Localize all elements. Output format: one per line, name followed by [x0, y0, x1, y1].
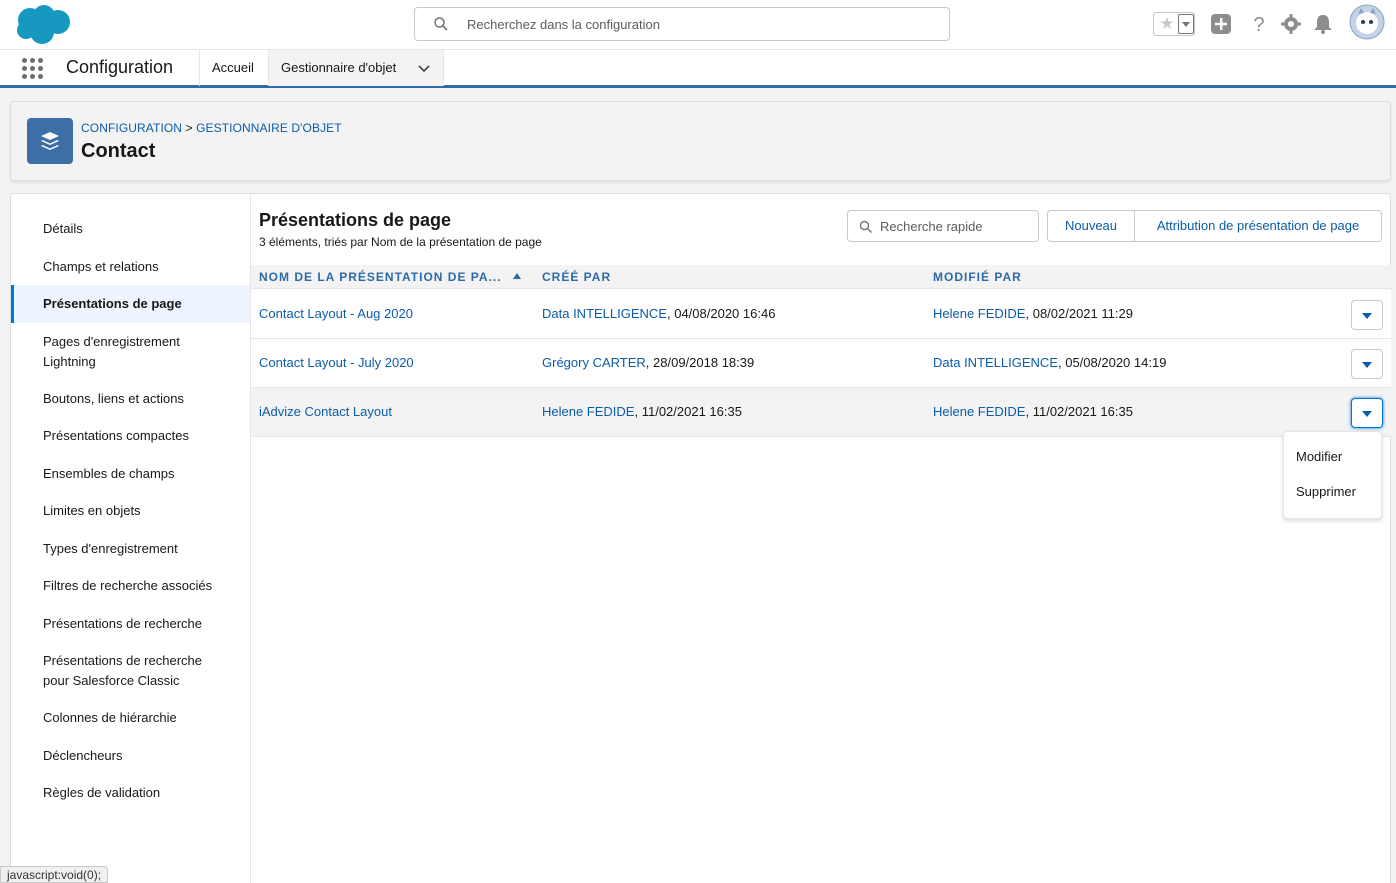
- created-by-user-link[interactable]: Grégory CARTER: [542, 355, 646, 370]
- created-date: , 04/08/2020 16:46: [667, 306, 776, 321]
- page-layout-assignment-button[interactable]: Attribution de présentation de page: [1134, 210, 1382, 242]
- modified-date: , 11/02/2021 16:35: [1025, 404, 1133, 419]
- section-title: Présentations de page: [259, 210, 452, 230]
- user-avatar[interactable]: [1349, 4, 1385, 40]
- sidebar-item-related-lookup-filters[interactable]: Filtres de recherche associés: [11, 576, 250, 596]
- caret-down-icon: [1362, 313, 1372, 319]
- created-by-cell: Helene FEDIDE, 11/02/2021 16:35: [542, 404, 742, 419]
- gear-icon[interactable]: [1280, 13, 1302, 35]
- created-by-cell: Grégory CARTER, 28/09/2018 18:39: [542, 355, 754, 370]
- row-actions-button[interactable]: [1351, 300, 1383, 330]
- favorites-button-group[interactable]: ★: [1153, 12, 1195, 36]
- sidebar-item-triggers[interactable]: Déclencheurs: [11, 746, 250, 766]
- menu-item-delete[interactable]: Supprimer: [1296, 484, 1356, 499]
- quick-find-input[interactable]: Recherche rapide: [847, 210, 1039, 242]
- table-row: Contact Layout - July 2020 Grégory CARTE…: [251, 339, 1391, 388]
- modified-by-user-link[interactable]: Helene FEDIDE: [933, 404, 1025, 419]
- tab-object-manager[interactable]: Gestionnaire d'objet: [268, 50, 444, 86]
- column-header-created-by[interactable]: CRÉÉ PAR: [542, 270, 611, 284]
- column-header-name[interactable]: NOM DE LA PRÉSENTATION DE PA...: [259, 270, 502, 284]
- created-by-user-link[interactable]: Helene FEDIDE: [542, 404, 634, 419]
- search-icon: [434, 17, 448, 31]
- created-date: , 28/09/2018 18:39: [645, 355, 755, 370]
- sidebar-item-search-layouts-classic[interactable]: Présentations de recherche pour Salesfor…: [11, 651, 221, 691]
- tab-home[interactable]: Accueil: [199, 50, 266, 86]
- sidebar-item-fields-relationships[interactable]: Champs et relations: [11, 257, 250, 277]
- sort-ascending-icon[interactable]: [513, 272, 521, 280]
- app-launcher-icon[interactable]: [22, 58, 44, 80]
- breadcrumb-setup[interactable]: CONFIGURATION: [81, 121, 182, 135]
- row-actions-button[interactable]: [1351, 349, 1383, 379]
- modified-by-user-link[interactable]: Data INTELLIGENCE: [933, 355, 1058, 370]
- modified-date: , 08/02/2021 11:29: [1025, 306, 1133, 321]
- sidebar-item-search-layouts[interactable]: Présentations de recherche: [11, 614, 250, 634]
- sidebar-item-field-sets[interactable]: Ensembles de champs: [11, 464, 250, 484]
- created-date: , 11/02/2021 16:35: [634, 404, 742, 419]
- add-icon[interactable]: [1210, 13, 1232, 35]
- sidebar-item-hierarchy-columns[interactable]: Colonnes de hiérarchie: [11, 708, 250, 728]
- object-detail-panel: Détails Champs et relations Présentation…: [10, 193, 1391, 883]
- sidebar-item-record-types[interactable]: Types d'enregistrement: [11, 539, 250, 559]
- created-by-user-link[interactable]: Data INTELLIGENCE: [542, 306, 667, 321]
- layout-name-link[interactable]: Contact Layout - Aug 2020: [259, 306, 413, 321]
- global-header: Recherchez dans la configuration ★ ?: [0, 0, 1396, 50]
- star-icon[interactable]: ★: [1157, 14, 1177, 34]
- sidebar-item-lightning-record-pages[interactable]: Pages d'enregistrement Lightning: [11, 332, 211, 372]
- object-layers-icon: [27, 118, 73, 164]
- help-icon[interactable]: ?: [1248, 13, 1270, 35]
- notification-bell-icon[interactable]: [1312, 13, 1334, 35]
- modified-date: , 05/08/2020 14:19: [1058, 355, 1167, 370]
- page-title: Contact: [81, 140, 156, 162]
- created-by-cell: Data INTELLIGENCE, 04/08/2020 16:46: [542, 306, 775, 321]
- sidebar-item-object-limits[interactable]: Limites en objets: [11, 501, 250, 521]
- object-sidebar: Détails Champs et relations Présentation…: [11, 194, 251, 883]
- page-layouts-content: Présentations de page 3 éléments, triés …: [251, 194, 1391, 883]
- breadcrumb-object-manager[interactable]: GESTIONNAIRE D'OBJET: [196, 121, 342, 135]
- search-icon: [859, 220, 873, 234]
- section-subtitle: 3 éléments, triés par Nom de la présenta…: [259, 235, 542, 249]
- column-header-modified-by[interactable]: MODIFIÉ PAR: [933, 270, 1022, 284]
- sidebar-item-validation-rules[interactable]: Règles de validation: [11, 783, 250, 803]
- modified-by-cell: Helene FEDIDE, 11/02/2021 16:35: [933, 404, 1133, 419]
- setup-search-input[interactable]: Recherchez dans la configuration: [414, 7, 950, 41]
- app-name: Configuration: [66, 57, 174, 77]
- salesforce-cloud-logo[interactable]: [12, 4, 74, 46]
- table-row: iAdvize Contact Layout Helene FEDIDE, 11…: [251, 388, 1391, 437]
- row-actions-button[interactable]: [1351, 398, 1383, 428]
- browser-status-bar: javascript:void(0);: [0, 866, 109, 883]
- favorites-dropdown[interactable]: [1178, 14, 1194, 34]
- sidebar-item-page-layouts[interactable]: Présentations de page: [11, 285, 250, 323]
- modified-by-cell: Data INTELLIGENCE, 05/08/2020 14:19: [933, 355, 1166, 370]
- search-placeholder: Recherchez dans la configuration: [467, 17, 660, 32]
- app-navigation-bar: Configuration Accueil Gestionnaire d'obj…: [0, 50, 1396, 88]
- sidebar-item-details[interactable]: Détails: [11, 219, 250, 239]
- row-actions-menu: Modifier Supprimer: [1283, 431, 1382, 519]
- layout-name-link[interactable]: Contact Layout - July 2020: [259, 355, 414, 370]
- modified-by-cell: Helene FEDIDE, 08/02/2021 11:29: [933, 306, 1133, 321]
- new-button[interactable]: Nouveau: [1047, 210, 1135, 242]
- caret-down-icon: [1182, 22, 1190, 27]
- menu-item-edit[interactable]: Modifier: [1296, 449, 1342, 464]
- layout-name-link[interactable]: iAdvize Contact Layout: [259, 404, 392, 419]
- caret-down-icon: [1362, 411, 1372, 417]
- page-header: CONFIGURATION > GESTIONNAIRE D'OBJET Con…: [10, 101, 1391, 181]
- sidebar-item-buttons-links-actions[interactable]: Boutons, liens et actions: [11, 389, 250, 409]
- breadcrumb-separator: >: [185, 121, 193, 135]
- breadcrumb: CONFIGURATION > GESTIONNAIRE D'OBJET: [81, 121, 342, 135]
- table-header: NOM DE LA PRÉSENTATION DE PA... CRÉÉ PAR…: [251, 265, 1391, 289]
- tab-object-manager-label: Gestionnaire d'objet: [281, 60, 397, 75]
- table-row: Contact Layout - Aug 2020 Data INTELLIGE…: [251, 290, 1391, 339]
- modified-by-user-link[interactable]: Helene FEDIDE: [933, 306, 1025, 321]
- sidebar-item-compact-layouts[interactable]: Présentations compactes: [11, 426, 250, 446]
- svg-text:?: ?: [1253, 14, 1264, 35]
- quick-find-placeholder: Recherche rapide: [880, 219, 983, 234]
- caret-down-icon: [1362, 362, 1372, 368]
- chevron-down-icon[interactable]: [417, 62, 431, 76]
